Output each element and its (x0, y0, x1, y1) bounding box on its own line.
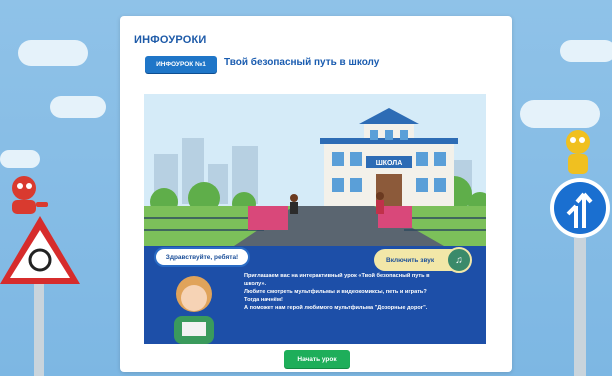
intro-line: А поможет нам герой любимого мультфильма… (244, 305, 428, 312)
greeting-bubble: Здравствуйте, ребята! (154, 247, 250, 267)
lesson-title: Твой безопасный путь в школу (224, 57, 380, 68)
start-lesson-button[interactable]: Начать урок (284, 350, 350, 368)
cloud (50, 96, 106, 118)
speaker-icon: ♫ (446, 247, 472, 273)
sound-toggle-button[interactable]: Включить звук ♫ (374, 247, 472, 273)
cloud (520, 100, 600, 128)
intro-line: Тогда начнём! (244, 297, 283, 304)
lesson-card: ИНФОУРОКИ ИНФОУРОК №1 Твой безопасный пу… (120, 16, 512, 372)
intro-line: Любите смотреть мультфильмы и видеокомик… (244, 289, 427, 296)
school-sign: ШКОЛА (376, 160, 403, 167)
sound-toggle-label: Включить звук (386, 256, 435, 264)
lesson-illustration: ШКОЛА Здравствуйте, ребята! Включить зву… (144, 94, 486, 344)
direction-sign-illustration (550, 130, 610, 376)
cloud (18, 40, 88, 66)
roundabout-sign-illustration (0, 176, 80, 376)
lesson-badge: ИНФОУРОК №1 (145, 56, 217, 73)
intro-line: школу». (244, 281, 267, 288)
intro-line: Приглашаем вас на интерактивный урок «Тв… (244, 273, 430, 279)
cloud (560, 40, 612, 62)
page-title: ИНФОУРОКИ (134, 34, 207, 46)
intro-text: Приглашаем вас на интерактивный урок «Тв… (244, 272, 474, 313)
